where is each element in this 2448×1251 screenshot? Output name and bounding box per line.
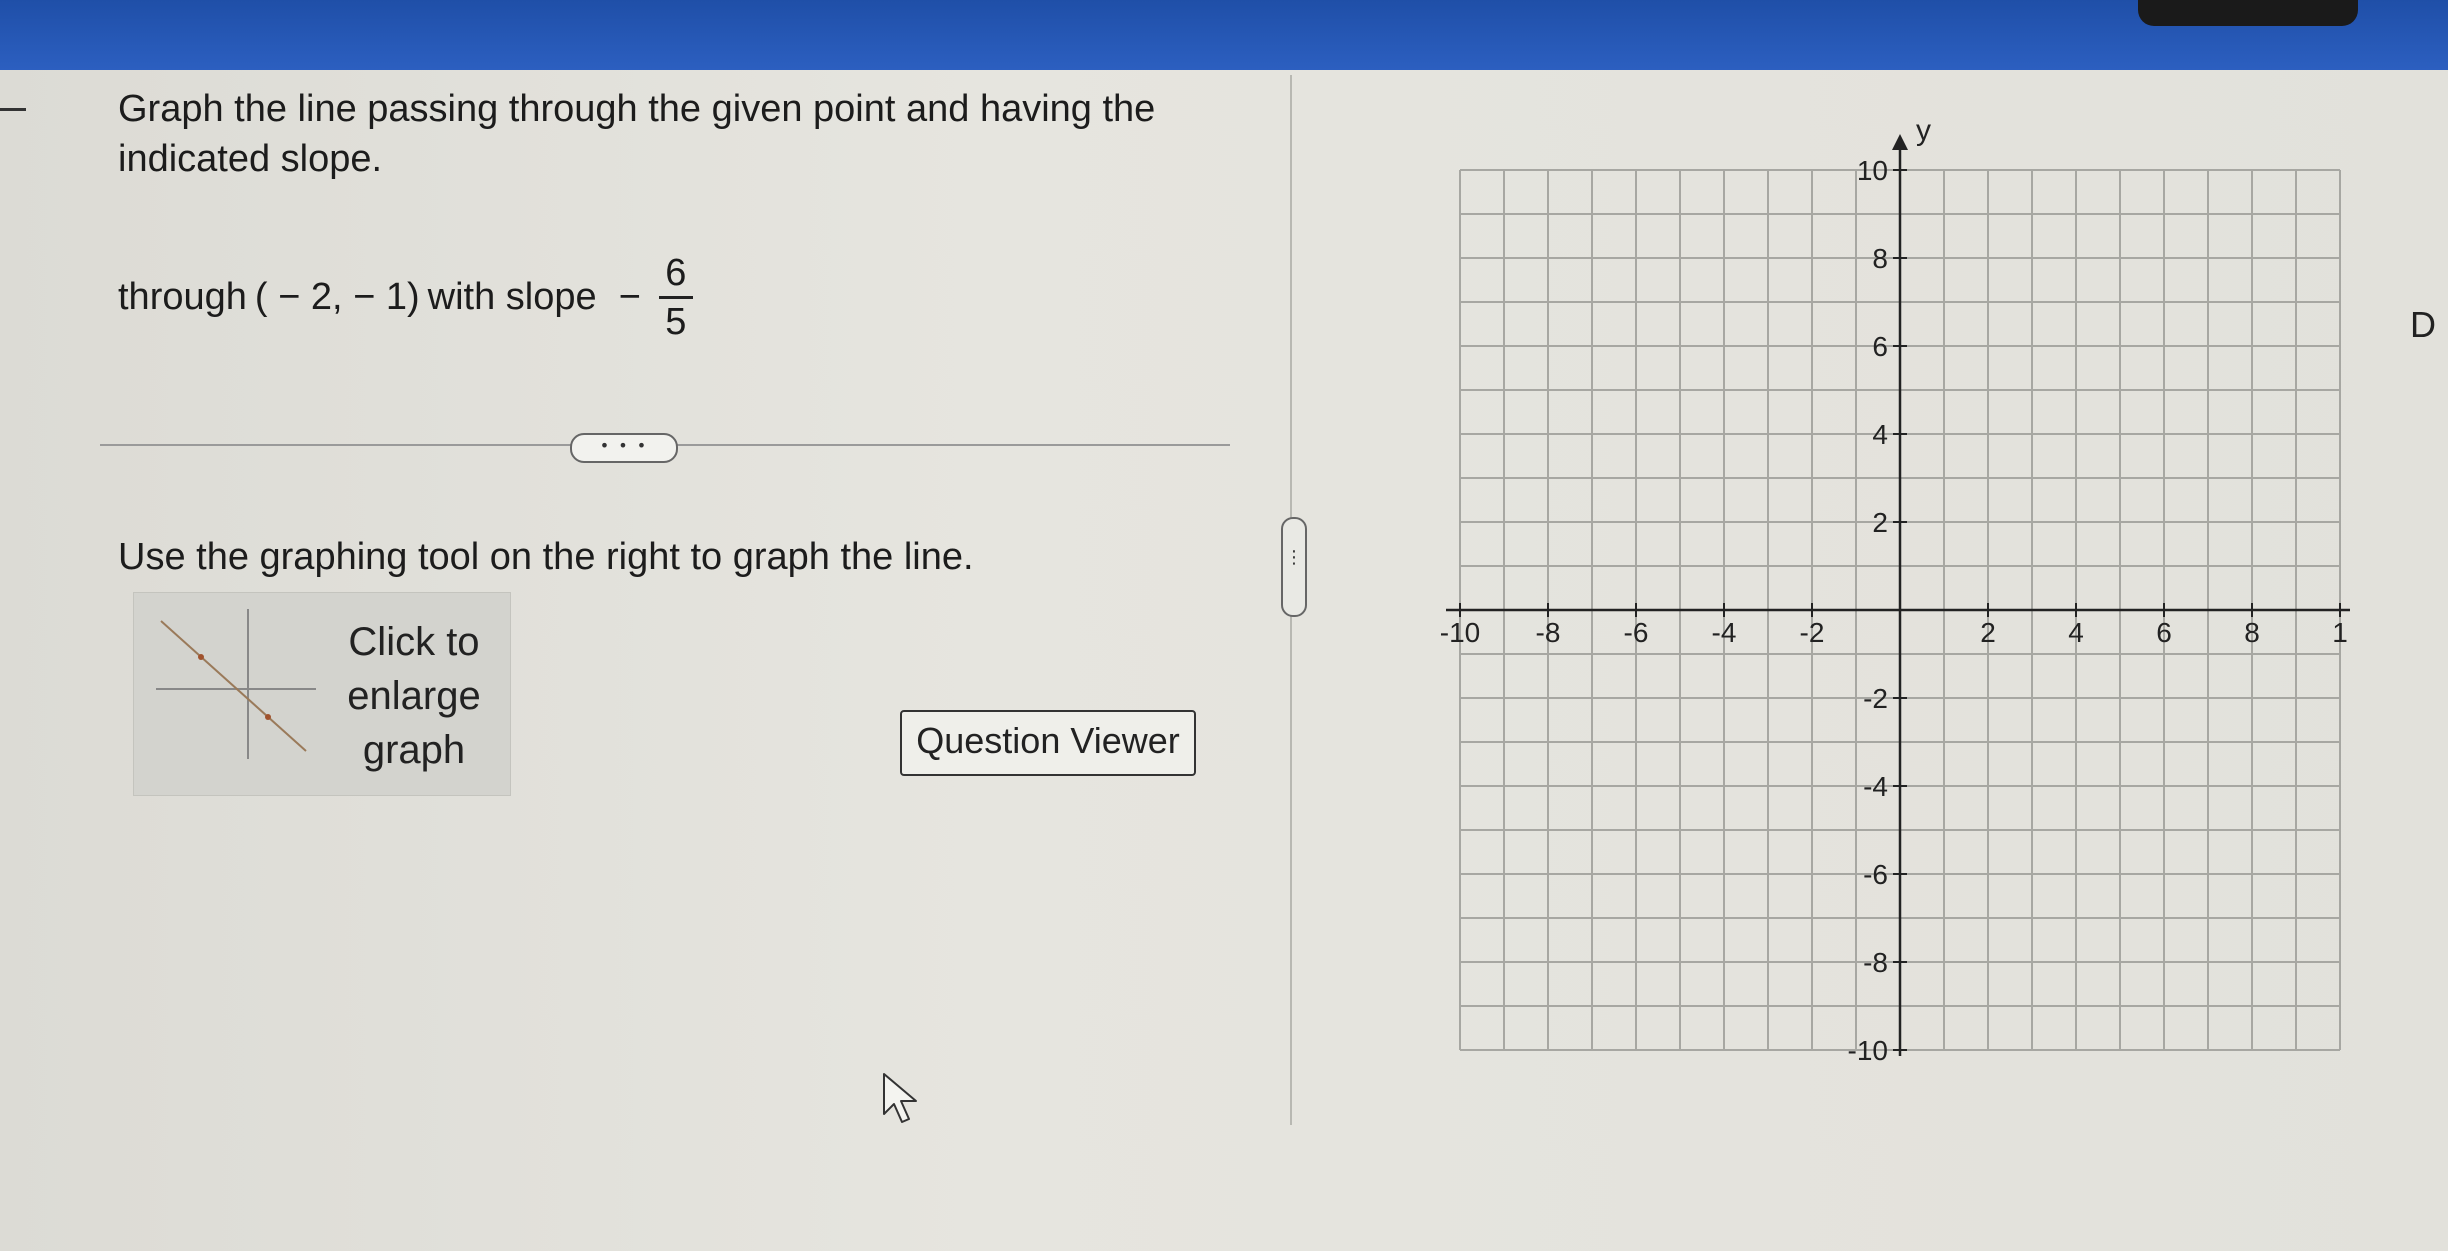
top-bar-pill — [2138, 0, 2358, 26]
enlarge-graph-button[interactable]: Click to enlarge graph — [133, 592, 511, 796]
right-edge-text: D — [2410, 304, 2436, 345]
enlarge-graph-label: Click to enlarge graph — [324, 615, 504, 777]
x-tick-label: -8 — [1536, 617, 1561, 648]
x-tick-label: 8 — [2244, 617, 2260, 648]
question-viewer-button[interactable]: Question Viewer — [900, 710, 1196, 776]
y-tick-label: 6 — [1872, 331, 1888, 362]
browser-top-bar — [0, 0, 2448, 70]
graph-thumbnail-icon — [156, 609, 316, 759]
given-point: ( − 2, − 1) — [254, 275, 420, 318]
y-tick-label: -10 — [1848, 1035, 1888, 1066]
x-tick-label: -6 — [1624, 617, 1649, 648]
y-tick-label: 8 — [1872, 243, 1888, 274]
y-tick-label: 2 — [1872, 507, 1888, 538]
splitter-handle-dots: ⋮ — [1285, 547, 1303, 568]
y-tick-label: -2 — [1863, 683, 1888, 714]
expand-more-button[interactable]: • • • — [570, 433, 678, 463]
x-tick-label: 6 — [2156, 617, 2172, 648]
y-axis-label: y — [1916, 114, 1931, 147]
enlarge-label-line3: graph — [362, 728, 466, 772]
y-tick-label: -4 — [1863, 771, 1888, 802]
x-tick-label: -2 — [1800, 617, 1825, 648]
question-prompt: Graph the line passing through the given… — [118, 88, 1156, 180]
slope-denominator: 5 — [665, 300, 687, 343]
y-tick-label: 4 — [1872, 419, 1888, 450]
graphing-area[interactable]: y -10 -8 -6 -4 -2 2 4 6 8 1 10 8 6 4 2 -2 -4 -6 -8 -10 — [1400, 110, 2400, 1110]
given-point-and-slope: through ( − 2, − 1) with slope − 6 5 — [118, 242, 693, 352]
y-axis-arrow-icon — [1892, 134, 1908, 150]
x-tick-label: -4 — [1712, 617, 1737, 648]
x-tick-label: 4 — [2068, 617, 2084, 648]
enlarge-label-line1: Click to — [348, 620, 480, 664]
given-middle: with slope — [427, 275, 597, 318]
enlarge-label-line2: enlarge — [347, 674, 481, 718]
given-prefix: through — [118, 275, 247, 318]
instruction-text: Use the graphing tool on the right to gr… — [118, 536, 974, 578]
left-edge-marker — [0, 108, 26, 111]
x-tick-label: 2 — [1980, 617, 1996, 648]
slope-fraction: 6 5 — [658, 250, 693, 345]
mouse-cursor-icon — [883, 1073, 917, 1123]
y-tick-label: -6 — [1863, 859, 1888, 890]
x-tick-label: 1 — [2332, 617, 2348, 648]
slope-sign: − — [618, 275, 641, 318]
y-tick-label: 10 — [1857, 155, 1888, 186]
y-tick-label: -8 — [1863, 947, 1888, 978]
splitter-handle[interactable]: ⋮ — [1281, 517, 1307, 617]
x-tick-label: -10 — [1440, 617, 1480, 648]
slope-numerator: 6 — [665, 251, 687, 294]
